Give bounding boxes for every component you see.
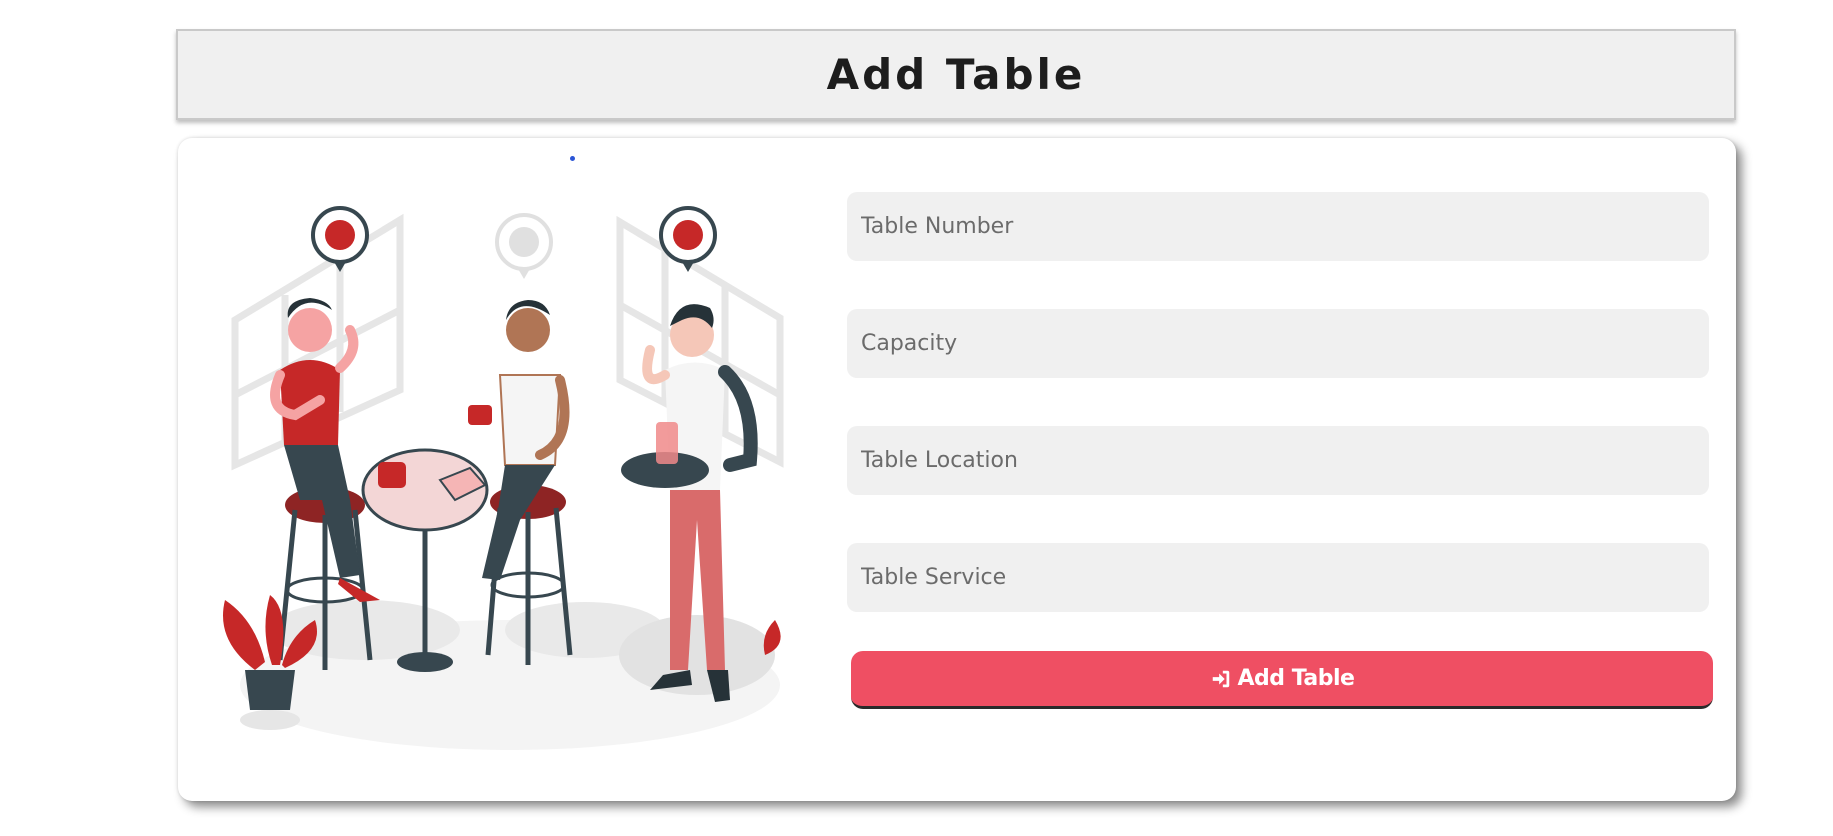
marker-dot: [570, 156, 575, 161]
sign-in-icon: [1212, 670, 1229, 687]
page-title: Add Table: [826, 50, 1086, 99]
add-table-button[interactable]: Add Table: [851, 651, 1713, 709]
page-header: Add Table: [176, 29, 1736, 120]
table-number-field[interactable]: [847, 192, 1709, 261]
table-service-input[interactable]: [861, 543, 1709, 612]
table-service-field[interactable]: [847, 543, 1709, 612]
cafe-customers-illustration: [223, 206, 784, 750]
capacity-field[interactable]: [847, 309, 1709, 378]
table-location-field[interactable]: [847, 426, 1709, 495]
table-location-input[interactable]: [861, 426, 1709, 495]
capacity-input[interactable]: [861, 309, 1709, 378]
table-number-input[interactable]: [861, 192, 1709, 261]
add-table-label: Add Table: [1237, 666, 1355, 691]
